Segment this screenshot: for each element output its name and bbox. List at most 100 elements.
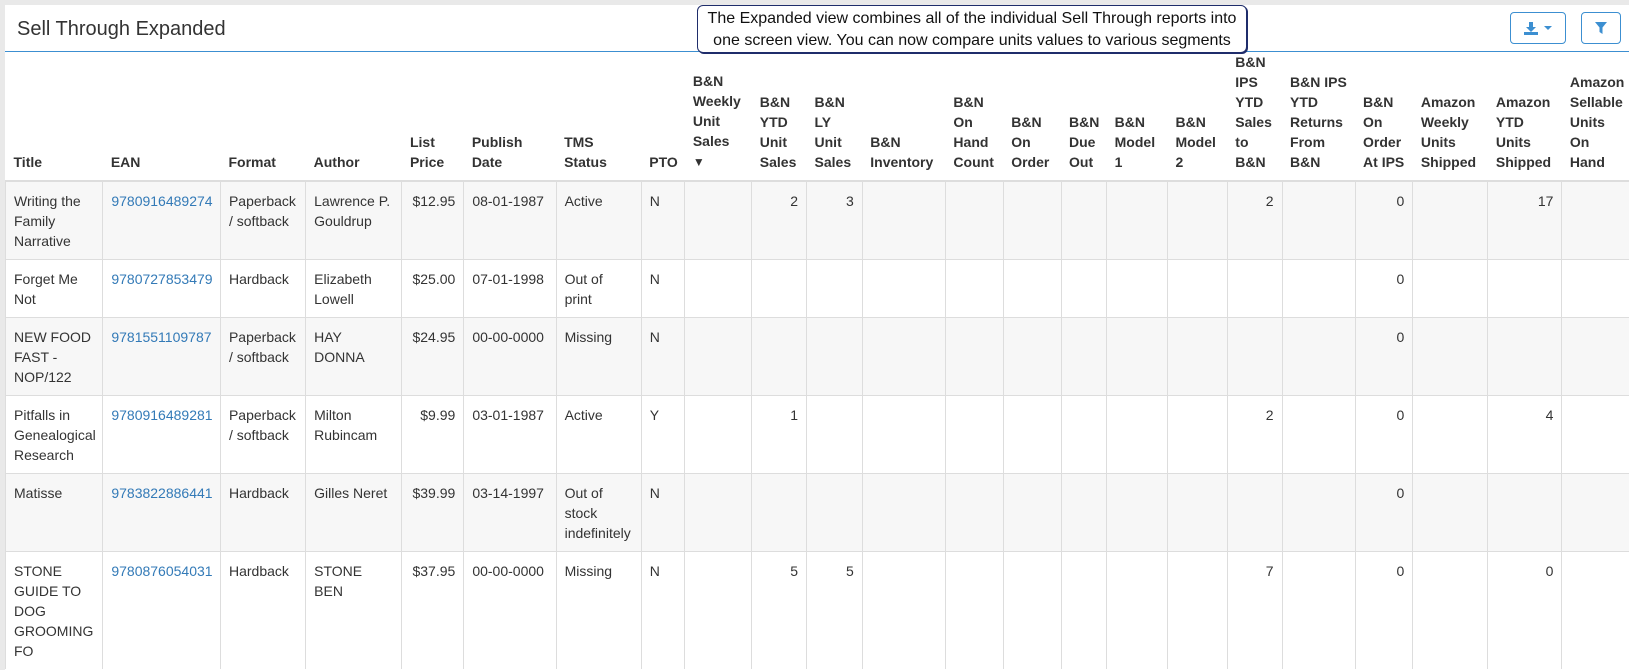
column-header-amazon-weekly-units[interactable]: Amazon Weekly Units Shipped	[1412, 52, 1488, 182]
download-button[interactable]	[1510, 12, 1566, 44]
filter-button[interactable]	[1581, 12, 1621, 44]
table-cell: 9780916489274	[102, 180, 221, 260]
table-row: Writing the Family Narrative 978091648927…	[5, 180, 1629, 260]
column-header-bn-model-2[interactable]: B&N Model 2	[1167, 52, 1228, 182]
table-cell: Writing the Family Narrative	[5, 180, 103, 260]
table-cell: $24.95	[401, 317, 464, 396]
header-row: Title EAN Format Author List Price Publi…	[5, 52, 1629, 182]
table-cell	[944, 317, 1004, 396]
ean-link[interactable]: 9780916489281	[111, 407, 212, 423]
table-cell: $39.99	[401, 473, 464, 552]
chevron-down-icon	[1544, 26, 1552, 30]
table-cell: Gilles Neret	[305, 473, 402, 552]
ean-link[interactable]: 9780876054031	[111, 563, 212, 579]
table-cell: $25.00	[401, 259, 464, 318]
table-cell: Elizabeth Lowell	[305, 259, 402, 318]
table-cell: 3	[806, 180, 863, 260]
column-header-format[interactable]: Format	[220, 52, 306, 182]
table-cell	[1281, 259, 1356, 318]
table-cell: Active	[555, 180, 642, 260]
table-cell: 17	[1487, 180, 1562, 260]
table-cell: 0	[1354, 317, 1413, 396]
table-cell: 2	[1226, 180, 1283, 260]
table-cell	[1412, 395, 1488, 474]
column-header-bn-weekly-unit-sales[interactable]: B&N Weekly Unit Sales ▼	[684, 52, 752, 182]
sort-desc-icon: ▼	[692, 155, 705, 169]
column-header-bn-ips-ytd-returns[interactable]: B&N IPS YTD Returns From B&N	[1282, 52, 1356, 182]
column-header-pto[interactable]: PTO	[641, 52, 685, 182]
table-cell	[861, 259, 946, 318]
column-header-bn-model-1[interactable]: B&N Model 1	[1106, 52, 1168, 182]
column-header-amazon-ytd-units[interactable]: Amazon YTD Units Shipped	[1487, 52, 1562, 182]
column-header-amazon-sellable-units[interactable]: Amazon Sellable Units On Hand	[1561, 52, 1629, 182]
table-cell	[861, 317, 946, 396]
download-icon	[1524, 21, 1538, 35]
table-cell: 03-01-1987	[463, 395, 557, 474]
page-title: Sell Through Expanded	[17, 18, 226, 40]
table-cell: Out of stock indefinitely	[555, 473, 642, 552]
column-header-tms-status[interactable]: TMS Status	[556, 52, 642, 182]
table-cell: Y	[640, 395, 685, 474]
ean-link[interactable]: 9780916489274	[111, 193, 212, 209]
table-cell	[1060, 180, 1107, 260]
table-cell	[1561, 551, 1629, 669]
table-cell: N	[640, 317, 685, 396]
table-cell	[1561, 395, 1629, 474]
table-cell	[1060, 551, 1107, 669]
table-cell: Paperback / softback	[219, 180, 306, 260]
table-row: NEW FOOD FAST -NOP/122 9781551109787 Paper…	[5, 317, 1629, 396]
table-cell	[1166, 259, 1228, 318]
table-cell: NEW FOOD FAST -NOP/122	[5, 317, 103, 396]
column-header-bn-on-hand-count[interactable]: B&N On Hand Count	[945, 52, 1004, 182]
table-cell: 07-01-1998	[463, 259, 557, 318]
ean-link[interactable]: 9781551109787	[111, 329, 211, 345]
table-cell	[1002, 317, 1062, 396]
table-cell: Paperback / softback	[219, 395, 306, 474]
column-header-ean[interactable]: EAN	[102, 52, 221, 182]
table-cell: Missing	[555, 317, 642, 396]
table-cell: 7	[1226, 551, 1283, 669]
table-cell: 0	[1354, 395, 1413, 474]
table-cell: 03-14-1997	[463, 473, 557, 552]
table-cell	[944, 473, 1004, 552]
table-cell	[861, 473, 946, 552]
table-cell	[944, 259, 1004, 318]
ean-link[interactable]: 9783822886441	[111, 485, 212, 501]
table-cell	[1166, 317, 1228, 396]
table-cell	[1412, 473, 1488, 552]
filter-icon	[1595, 22, 1607, 34]
column-header-bn-on-order-at-ips[interactable]: B&N On Order At IPS	[1355, 52, 1413, 182]
table-cell	[1561, 180, 1629, 260]
table-cell: 9781551109787	[102, 317, 221, 396]
table-cell	[1166, 473, 1228, 552]
table-cell	[1487, 259, 1562, 318]
table-cell	[1412, 317, 1488, 396]
table-cell: 9783822886441	[102, 473, 221, 552]
column-header-bn-due-out[interactable]: B&N Due Out	[1061, 52, 1107, 182]
table-cell: Lawrence P. Gouldrup	[305, 180, 402, 260]
column-header-bn-ips-ytd-sales[interactable]: B&N IPS YTD Sales to B&N	[1227, 52, 1283, 182]
column-header-bn-inventory[interactable]: B&N Inventory	[862, 52, 946, 182]
sell-through-table: Title EAN Format Author List Price Publi…	[5, 52, 1629, 669]
table-row: Matisse 9783822886441 Hardback Gilles Neret…	[5, 473, 1629, 552]
table-cell: 0	[1354, 180, 1413, 260]
table-cell: $12.95	[401, 180, 464, 260]
table-cell	[1281, 180, 1356, 260]
table-cell	[751, 317, 807, 396]
table-cell	[1561, 317, 1629, 396]
table-cell: $9.99	[401, 395, 464, 474]
table-cell	[1002, 259, 1062, 318]
column-header-list-price[interactable]: List Price	[401, 52, 464, 182]
column-header-bn-ytd-unit-sales[interactable]: B&N YTD Unit Sales	[751, 52, 807, 182]
column-header-author[interactable]: Author	[305, 52, 402, 182]
column-header-bn-ly-unit-sales[interactable]: B&N LY Unit Sales	[806, 52, 863, 182]
table-cell: Active	[555, 395, 642, 474]
ean-link[interactable]: 9780727853479	[111, 271, 212, 287]
table-cell: HAY DONNA	[305, 317, 402, 396]
column-header-title[interactable]: Title	[5, 52, 103, 182]
column-header-bn-on-order[interactable]: B&N On Order	[1003, 52, 1062, 182]
column-header-publish-date[interactable]: Publish Date	[463, 52, 557, 182]
table-cell	[861, 551, 946, 669]
table-cell: 9780727853479	[102, 259, 221, 318]
table-cell	[1412, 180, 1488, 260]
